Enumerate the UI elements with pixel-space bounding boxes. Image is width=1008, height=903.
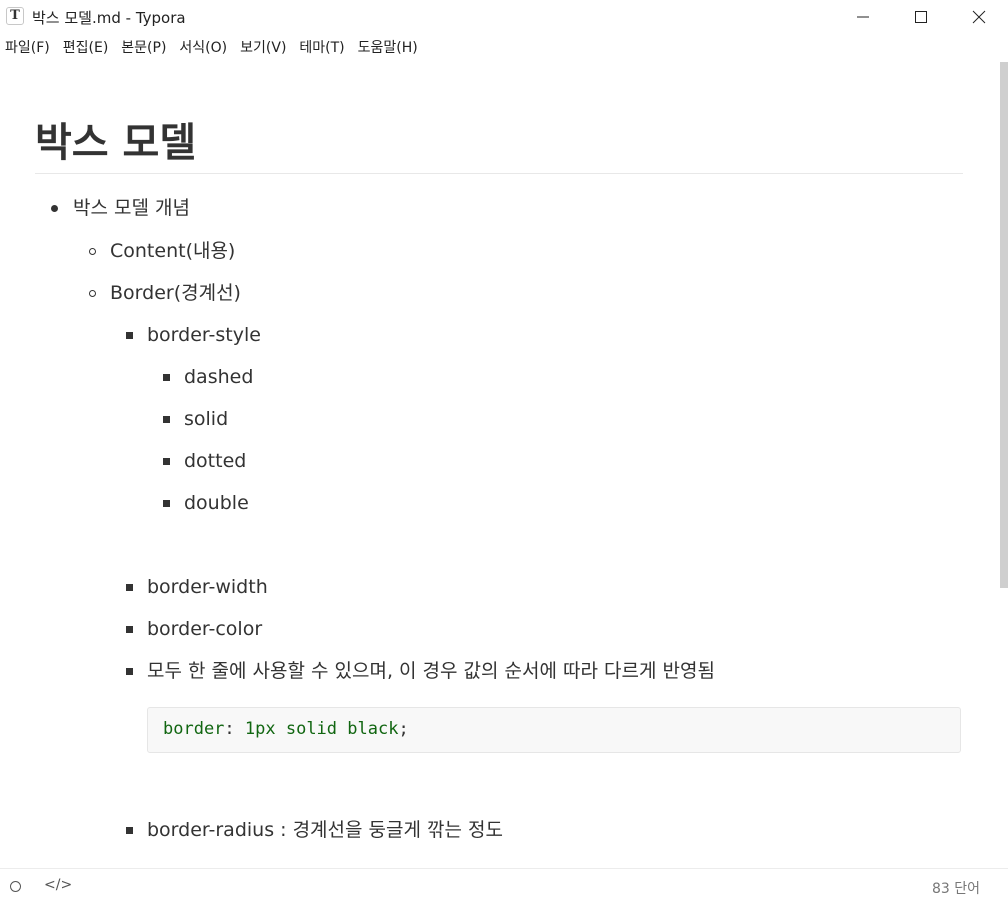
scrollbar-thumb[interactable] <box>1000 62 1008 588</box>
status-bar: </> 83 단어 <box>0 868 1008 903</box>
source-code-mode-icon[interactable]: </> <box>44 877 72 893</box>
close-icon <box>972 10 986 24</box>
list-item: dotted <box>184 450 247 472</box>
menu-view[interactable]: 보기(V) <box>235 36 294 60</box>
minimize-icon <box>857 16 869 18</box>
menu-format[interactable]: 서식(O) <box>174 36 235 60</box>
list-item: border-color <box>147 618 263 640</box>
outline-toggle-icon[interactable] <box>10 881 21 892</box>
list-item: double <box>184 492 249 514</box>
vertical-scrollbar[interactable] <box>1000 62 1008 868</box>
code-property: border <box>163 719 225 739</box>
typora-app-icon: T <box>6 7 24 25</box>
window-title: 박스 모델.md - Typora <box>32 9 186 27</box>
bullet-square-icon <box>163 458 170 465</box>
word-count[interactable]: 83 단어 <box>932 878 980 898</box>
list-item: solid <box>184 408 229 430</box>
menu-edit[interactable]: 편집(E) <box>58 36 117 60</box>
bullet-circle-icon <box>89 290 96 297</box>
list-item: border-style <box>147 324 261 346</box>
close-button[interactable] <box>950 0 1008 34</box>
code-block[interactable]: border: 1px solid black; <box>147 707 961 753</box>
menu-paragraph[interactable]: 본문(P) <box>116 36 174 60</box>
code-semicolon: ; <box>398 719 409 739</box>
bullet-square-icon <box>126 626 133 633</box>
list-item: Content(내용) <box>110 240 236 262</box>
title-bar: T 박스 모델.md - Typora <box>0 0 1008 34</box>
bullet-circle-icon <box>89 248 96 255</box>
menu-file[interactable]: 파일(F) <box>0 36 58 60</box>
list-item: dashed <box>184 366 254 388</box>
list-item: Border(경계선) <box>110 282 241 304</box>
heading-underline <box>35 173 963 174</box>
code-line: border: 1px solid black; <box>163 719 409 739</box>
bullet-square-icon <box>163 374 170 381</box>
maximize-button[interactable] <box>892 0 950 34</box>
code-colon: : <box>224 719 245 739</box>
bullet-square-icon <box>126 332 133 339</box>
list-item: 박스 모델 개념 <box>73 197 190 219</box>
list-item: border-radius : 경계선을 둥글게 깎는 정도 <box>147 819 503 841</box>
document-heading: 박스 모델 <box>35 120 197 166</box>
bullet-square-icon <box>126 668 133 675</box>
bullet-square-icon <box>163 416 170 423</box>
maximize-icon <box>915 11 927 23</box>
editor-content[interactable]: 박스 모델 박스 모델 개념 Content(내용) Border(경계선) b… <box>35 62 965 867</box>
bullet-square-icon <box>126 827 133 834</box>
menu-help[interactable]: 도움말(H) <box>353 36 426 60</box>
menu-theme[interactable]: 테마(T) <box>294 36 352 60</box>
bullet-square-icon <box>126 584 133 591</box>
list-item: border-width <box>147 576 268 598</box>
bullet-disc-icon <box>51 205 58 212</box>
list-item: 모두 한 줄에 사용할 수 있으며, 이 경우 값의 순서에 따라 다르게 반영… <box>147 660 715 682</box>
minimize-button[interactable] <box>834 0 892 34</box>
code-value: 1px solid black <box>244 719 399 739</box>
menu-bar: 파일(F) 편집(E) 본문(P) 서식(O) 보기(V) 테마(T) 도움말(… <box>0 36 426 60</box>
bullet-square-icon <box>163 500 170 507</box>
